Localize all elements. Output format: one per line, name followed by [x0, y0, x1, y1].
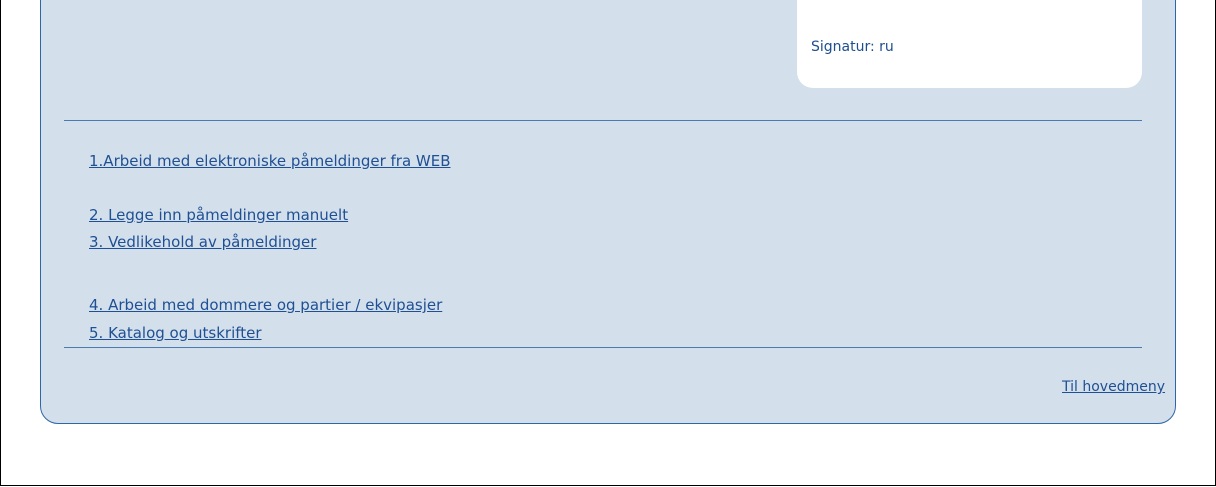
main-panel: Signatur: ru 1.Arbeid med elektroniske p… — [40, 0, 1176, 424]
menu-link-web-registrations[interactable]: 1.Arbeid med elektroniske påmeldinger fr… — [89, 152, 451, 170]
main-menu-link[interactable]: Til hovedmeny — [1062, 379, 1165, 395]
menu-link-registration-maintenance[interactable]: 3. Vedlikehold av påmeldinger — [89, 233, 316, 251]
menu-link-manual-registrations[interactable]: 2. Legge inn påmeldinger manuelt — [89, 206, 348, 224]
signature-box: Signatur: ru — [797, 0, 1142, 88]
bottom-divider — [64, 347, 1142, 348]
signature-text: Signatur: ru — [811, 39, 894, 55]
menu-link-catalog-and-printouts[interactable]: 5. Katalog og utskrifter — [89, 324, 262, 342]
top-divider — [64, 120, 1142, 121]
menu-link-judges-and-teams[interactable]: 4. Arbeid med dommere og partier / ekvip… — [89, 296, 442, 314]
